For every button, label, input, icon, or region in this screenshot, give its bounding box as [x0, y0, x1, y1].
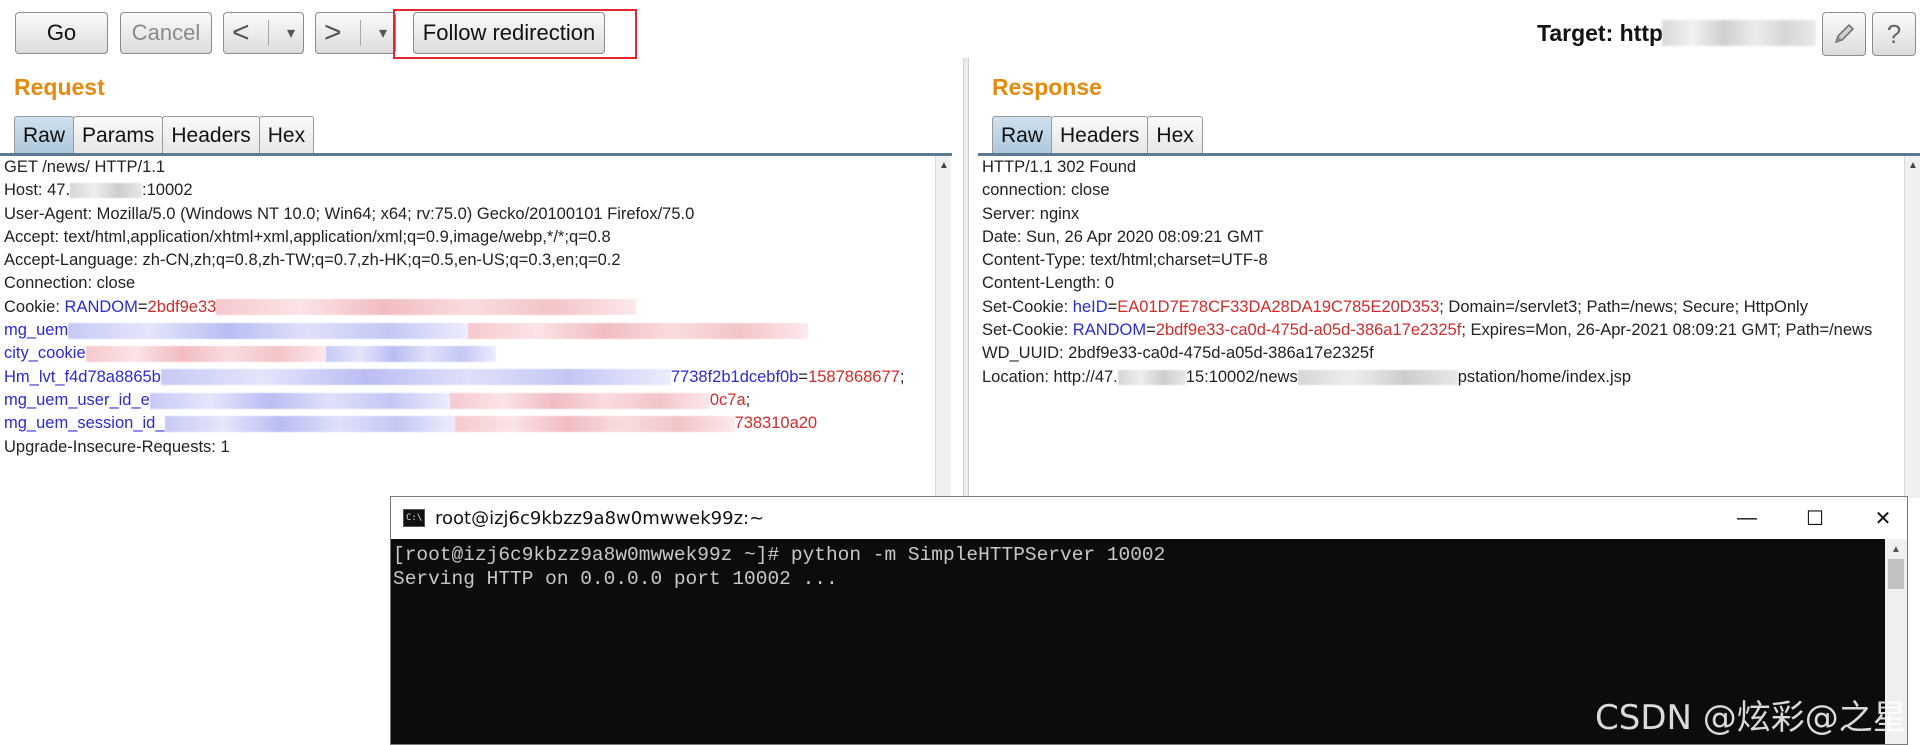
request-editor[interactable]: GET /news/ HTTP/1.1 Host: 47.:10002 User… — [0, 156, 936, 496]
terminal-title-bar[interactable]: C:\ root@izj6c9kbzz9a8w0mwwek99z:~ — ☐ ✕ — [391, 497, 1907, 539]
response-line: HTTP/1.1 302 Found — [982, 158, 1137, 176]
response-tabs: Raw Headers Hex — [992, 116, 1203, 154]
tab-hex[interactable]: Hex — [1147, 116, 1203, 154]
edit-target-button[interactable] — [1822, 12, 1866, 56]
help-button[interactable]: ? — [1872, 12, 1916, 56]
chevron-left-icon: < — [232, 16, 250, 49]
redacted-region — [1117, 369, 1186, 385]
redacted-region — [216, 299, 637, 316]
tab-headers[interactable]: Headers — [162, 116, 260, 154]
request-line: Connection: close — [4, 274, 136, 293]
response-line: Date: Sun, 26 Apr 2020 08:09:21 GMT — [982, 227, 1264, 246]
redacted-region — [70, 183, 143, 199]
request-line: User-Agent: Mozilla/5.0 (Windows NT 10.0… — [4, 204, 695, 223]
redacted-region — [1297, 369, 1458, 385]
redacted-region — [468, 322, 809, 339]
tab-raw[interactable]: Raw — [14, 116, 75, 154]
tab-raw[interactable]: Raw — [992, 116, 1053, 154]
tab-headers[interactable]: Headers — [1051, 116, 1149, 154]
scroll-thumb[interactable] — [1888, 559, 1904, 589]
console-icon: C:\ — [403, 509, 425, 527]
go-button[interactable]: Go — [15, 12, 108, 54]
scroll-up-icon[interactable]: ▲ — [1905, 156, 1920, 174]
terminal-line: Serving HTTP on 0.0.0.0 port 10002 ... — [393, 568, 838, 590]
response-line: connection: close — [982, 181, 1110, 200]
response-line: Set-Cookie: RANDOM=2bdf9e33-ca0d-475d-a0… — [982, 321, 1873, 340]
separator — [267, 20, 269, 46]
target-url-redacted[interactable] — [1662, 20, 1816, 46]
redacted-region — [68, 322, 469, 339]
request-title: Request — [14, 74, 105, 100]
request-line: Cookie: RANDOM=2bdf9e33 — [0, 296, 936, 319]
response-line: Location: http://47. 15:10002/news pstatio… — [982, 367, 1632, 386]
chevron-right-icon: > — [324, 16, 342, 49]
chevron-down-icon[interactable]: ▾ — [379, 23, 387, 43]
scroll-up-icon[interactable]: ▲ — [936, 156, 952, 174]
request-line: mg_uem_session_id_ 738310a20 — [4, 414, 818, 433]
tab-params[interactable]: Params — [73, 116, 164, 154]
request-line: city_cookie — [0, 342, 936, 365]
response-editor[interactable]: HTTP/1.1 302 Found connection: close Ser… — [978, 156, 1904, 496]
request-line: mg_uem_user_id_e 0c7a; — [4, 390, 751, 409]
minimize-button[interactable]: — — [1713, 497, 1781, 539]
scroll-up-icon[interactable]: ▲ — [1885, 539, 1907, 559]
redacted-region — [160, 369, 671, 386]
watermark: CSDN @炫彩@之星 — [1595, 698, 1907, 738]
back-button[interactable]: < ▾ — [223, 12, 304, 54]
pencil-icon — [1834, 23, 1855, 44]
request-line: GET /news/ HTTP/1.1 — [4, 158, 166, 176]
request-line: Hm_lvt_f4d78a8865b 7738f2b1dcebf0b=158786… — [4, 367, 905, 386]
close-button[interactable]: ✕ — [1849, 497, 1917, 539]
redacted-region — [85, 346, 326, 363]
redacted-region — [449, 392, 710, 409]
response-line: Set-Cookie: heID=EA01D7E78CF33DA28DA19C7… — [982, 297, 1808, 316]
forward-button[interactable]: > ▾ — [315, 12, 396, 54]
redacted-region — [149, 392, 450, 409]
request-line: Upgrade-Insecure-Requests: 1 — [4, 437, 230, 456]
response-line: Server: nginx — [982, 204, 1080, 223]
chevron-down-icon[interactable]: ▾ — [287, 23, 295, 43]
request-line: Host: 47.:10002 — [4, 181, 193, 200]
response-title: Response — [992, 74, 1102, 100]
cancel-button[interactable]: Cancel — [120, 12, 212, 54]
tab-hex[interactable]: Hex — [258, 116, 315, 154]
request-tabs: Raw Params Headers Hex — [14, 116, 315, 154]
redacted-region — [454, 415, 735, 432]
request-line: mg_uem — [0, 319, 936, 342]
terminal-title: root@izj6c9kbzz9a8w0mwwek99z:~ — [435, 507, 765, 529]
redacted-region — [325, 346, 496, 363]
terminal-line: [root@izj6c9kbzz9a8w0mwwek99z ~]# python… — [393, 544, 1166, 566]
redacted-region — [164, 415, 455, 432]
response-line: Content-Type: text/html;charset=UTF-8 — [982, 251, 1268, 270]
annotation-highlight-box — [393, 9, 637, 59]
request-scrollbar[interactable]: ▲ — [935, 156, 951, 498]
target-label: Target: http: — [1537, 20, 1671, 46]
response-scrollbar[interactable]: ▲ — [1904, 156, 1920, 498]
response-line: WD_UUID: 2bdf9e33-ca0d-475d-a05d-386a17e… — [982, 344, 1374, 363]
separator — [359, 20, 361, 46]
request-line: Accept-Language: zh-CN,zh;q=0.8,zh-TW;q=… — [4, 251, 621, 270]
panel-splitter[interactable] — [963, 58, 969, 498]
request-line: Accept: text/html,application/xhtml+xml,… — [4, 227, 611, 246]
response-line: Content-Length: 0 — [982, 274, 1115, 293]
maximize-button[interactable]: ☐ — [1781, 497, 1849, 539]
